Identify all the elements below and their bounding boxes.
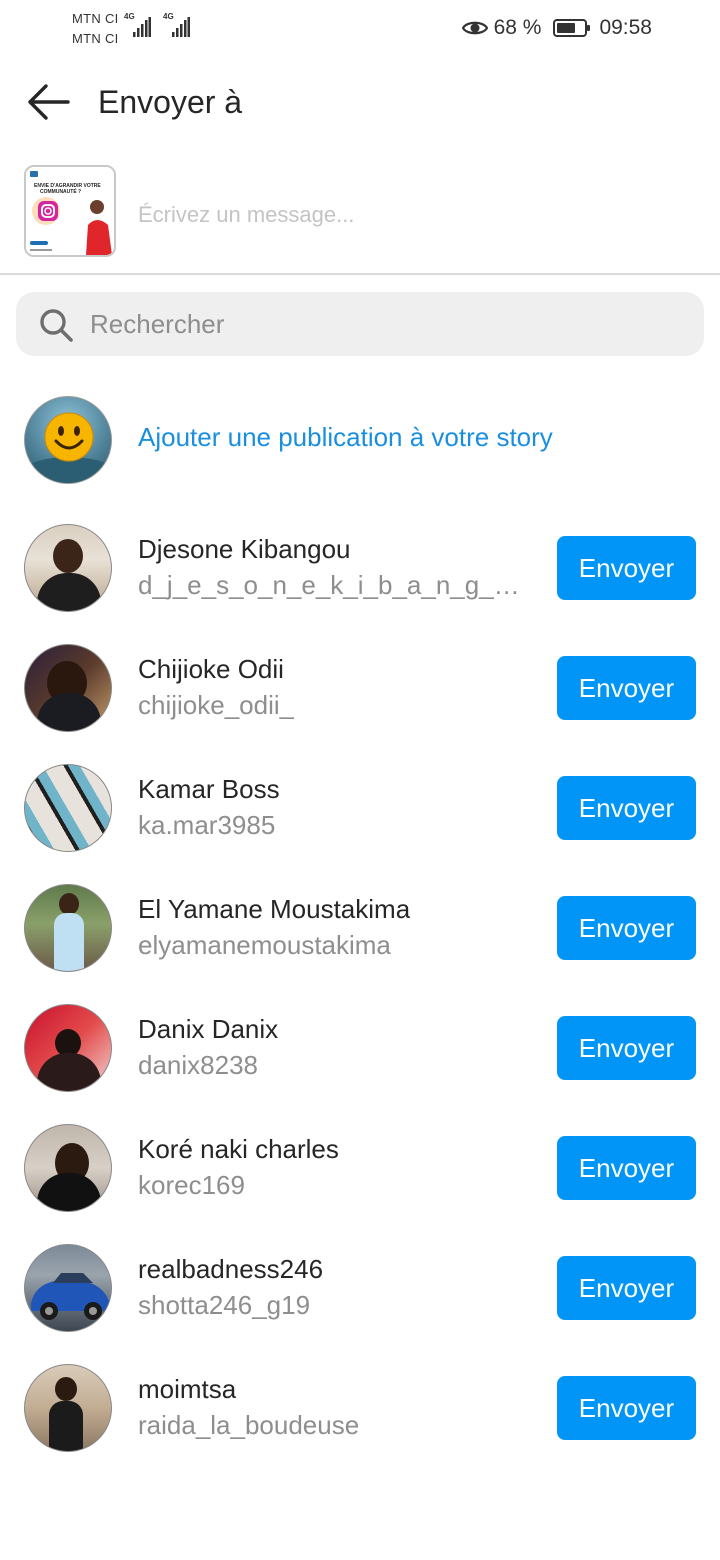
clock: 09:58 xyxy=(599,16,652,39)
contact-username: korec169 xyxy=(138,1170,245,1200)
send-button[interactable]: Envoyer xyxy=(557,536,696,600)
contact-name: Kamar Boss xyxy=(138,774,280,804)
carrier-2: MTN CI xyxy=(72,31,119,46)
carrier-1: MTN CI xyxy=(72,11,119,26)
send-button[interactable]: Envoyer xyxy=(557,1376,696,1440)
story-avatar xyxy=(24,396,112,484)
send-button[interactable]: Envoyer xyxy=(557,1256,696,1320)
contact-name: Chijioke Odii xyxy=(138,654,284,684)
contact-username: danix8238 xyxy=(138,1050,258,1080)
status-right: 68 % 09:58 xyxy=(461,14,652,42)
contact-name: realbadness246 xyxy=(138,1254,324,1284)
contact-name: El Yamane Moustakima xyxy=(138,894,411,924)
contact-row: Chijioke Odii chijioke_odii_ Envoyer xyxy=(0,644,720,732)
contact-name: Koré naki charles xyxy=(138,1134,339,1164)
avatar[interactable] xyxy=(24,764,112,852)
send-button[interactable]: Envoyer xyxy=(557,896,696,960)
status-bar: MTN CI MTN CI 4G 4G 68 % 09:58 xyxy=(0,0,720,56)
send-button[interactable]: Envoyer xyxy=(557,656,696,720)
contact-row: realbadness246 shotta246_g19 Envoyer xyxy=(0,1244,720,1332)
search-input[interactable] xyxy=(90,304,670,344)
contact-name: Djesone Kibangou xyxy=(138,534,351,564)
contact-row: El Yamane Moustakima elyamanemoustakima … xyxy=(0,884,720,972)
contact-username: chijioke_odii_ xyxy=(138,690,295,720)
search-icon xyxy=(40,309,73,342)
contact-username: raida_la_boudeuse xyxy=(138,1410,360,1440)
contact-row: moimtsa raida_la_boudeuse Envoyer xyxy=(0,1364,720,1452)
send-button[interactable]: Envoyer xyxy=(557,776,696,840)
eye-icon xyxy=(461,21,488,35)
battery-percent: 68 % xyxy=(493,16,542,39)
avatar[interactable] xyxy=(24,1364,112,1452)
svg-text:COMMUNAUTÉ ?: COMMUNAUTÉ ? xyxy=(40,187,81,195)
smiley-icon xyxy=(25,412,111,483)
arrow-left-icon xyxy=(28,84,70,120)
add-to-story-label: Ajouter une publication à votre story xyxy=(138,422,553,452)
post-thumbnail-image: ENVIE D'AGRANDIR VOTRE COMMUNAUTÉ ? xyxy=(26,167,114,255)
send-button[interactable]: Envoyer xyxy=(557,1016,696,1080)
contact-row: Koré naki charles korec169 Envoyer xyxy=(0,1124,720,1212)
search-bar[interactable] xyxy=(16,292,704,356)
avatar[interactable] xyxy=(24,524,112,612)
back-button[interactable] xyxy=(22,80,74,124)
avatar[interactable] xyxy=(24,1004,112,1092)
battery-fill xyxy=(557,23,576,33)
post-thumbnail[interactable]: ENVIE D'AGRANDIR VOTRE COMMUNAUTÉ ? xyxy=(24,165,116,257)
avatar[interactable] xyxy=(24,884,112,972)
contact-username: ka.mar3985 xyxy=(138,810,276,840)
contact-username: shotta246_g19 xyxy=(138,1290,311,1320)
contact-row: Danix Danix danix8238 Envoyer xyxy=(0,1004,720,1092)
add-to-story-row[interactable]: Ajouter une publication à votre story xyxy=(0,396,720,484)
compose-area: ENVIE D'AGRANDIR VOTRE COMMUNAUTÉ ? xyxy=(0,165,720,275)
contact-row: Djesone Kibangou d_j_e_s_o_n_e_k_i_b_a_n… xyxy=(0,524,720,612)
contact-name: Danix Danix xyxy=(138,1014,279,1044)
message-input[interactable] xyxy=(138,195,698,235)
battery-icon xyxy=(553,19,591,37)
contact-username: elyamanemoustakima xyxy=(138,930,391,960)
avatar[interactable] xyxy=(24,1124,112,1212)
header: Envoyer à xyxy=(0,70,720,134)
page-title: Envoyer à xyxy=(98,84,243,120)
send-button[interactable]: Envoyer xyxy=(557,1136,696,1200)
avatar[interactable] xyxy=(24,1244,112,1332)
contact-name: moimtsa xyxy=(138,1374,237,1404)
car-image xyxy=(31,1273,109,1320)
contact-username: d_j_e_s_o_n_e_k_i_b_a_n_g_o_u xyxy=(138,570,530,600)
contact-row: Kamar Boss ka.mar3985 Envoyer xyxy=(0,764,720,852)
carrier-info: MTN CI MTN CI xyxy=(72,9,119,49)
avatar[interactable] xyxy=(24,644,112,732)
